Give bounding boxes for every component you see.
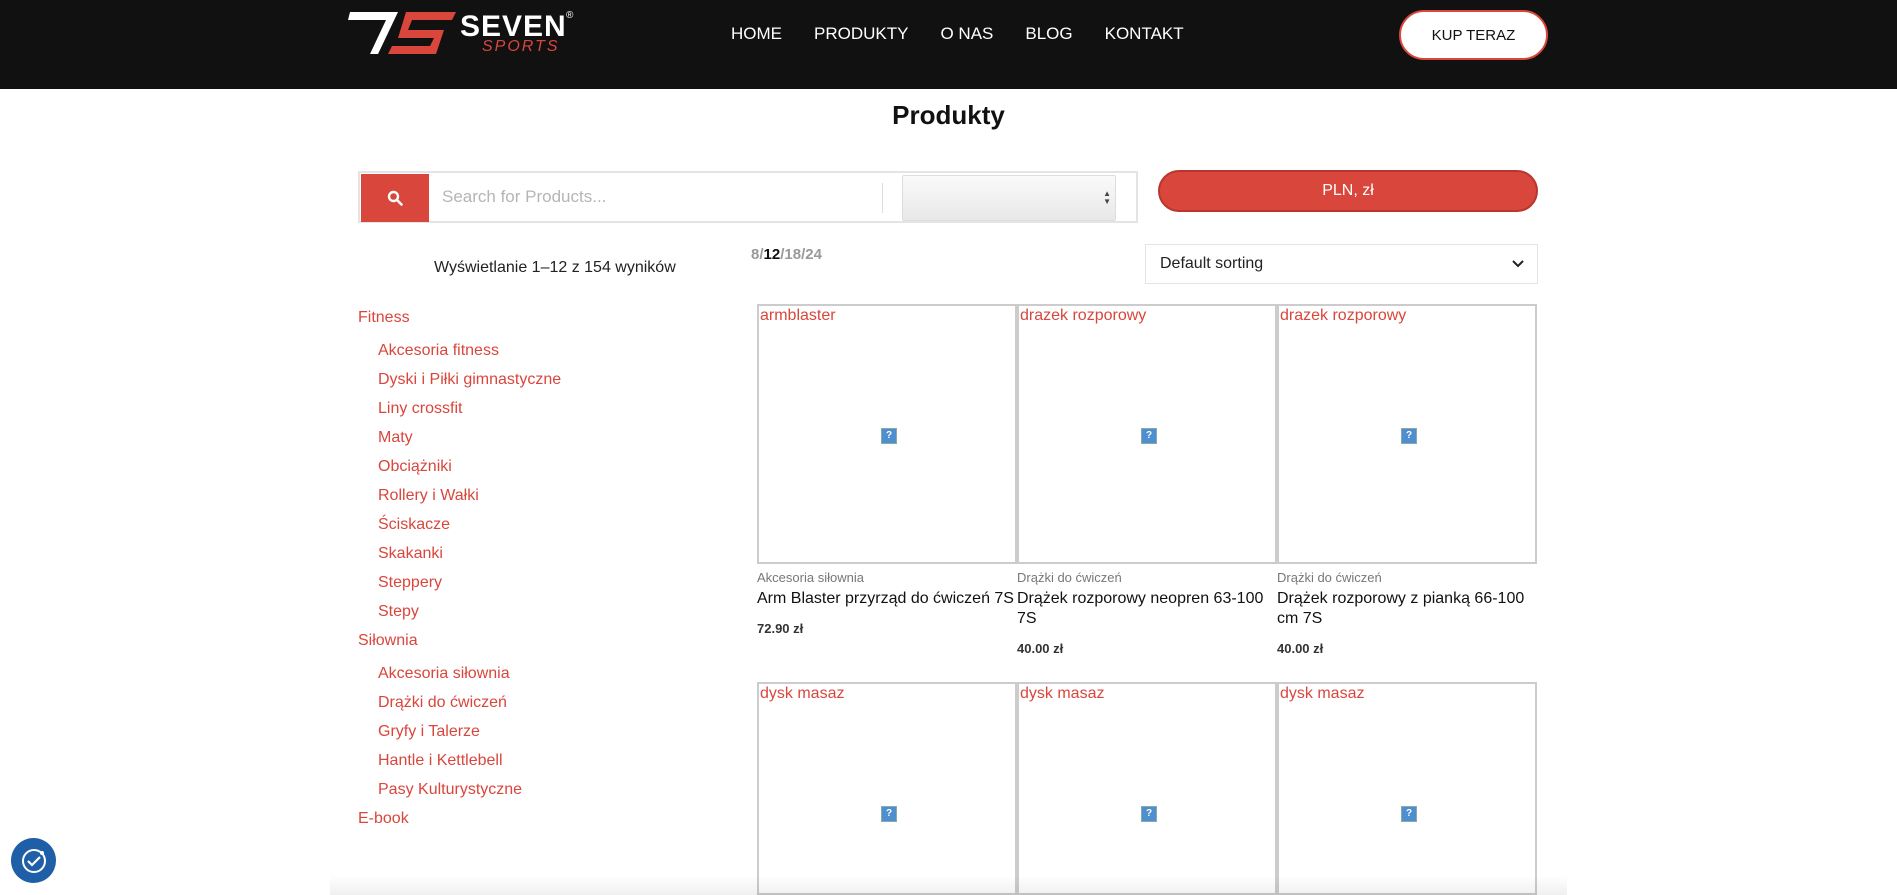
product-image-alt: dysk masaz [760,685,845,702]
product-image[interactable]: dysk masaz ? [1277,682,1537,895]
product-image[interactable]: dysk masaz ? [757,682,1017,895]
product-title[interactable]: Arm Blaster przyrząd do ćwiczeń 7S [757,589,1017,609]
category-item[interactable]: Steppery [358,573,658,602]
nav-produkty[interactable]: PRODUKTY [814,24,908,44]
product-category[interactable]: Drążki do ćwiczeń [1277,570,1537,585]
nav-kontakt[interactable]: KONTAKT [1105,24,1184,44]
product-title[interactable]: Drążek rozporowy z pianką 66-100 cm 7S [1277,589,1537,629]
site-header: SEVEN ® SPORTS HOME PRODUKTY O NAS BLOG … [0,0,1897,89]
product-image[interactable]: drazek rozporowy ? [1277,304,1537,564]
cookie-settings-icon [21,848,46,873]
broken-image-icon: ? [881,806,897,822]
product-category[interactable]: Drążki do ćwiczeń [1017,570,1277,585]
sort-select-value: Default sorting [1160,255,1264,272]
category-item[interactable]: Hantle i Kettlebell [358,751,658,780]
category-item[interactable]: Rollery i Wałki [358,486,658,515]
category-select[interactable]: ▲ ▼ [902,175,1116,221]
buy-now-button[interactable]: KUP TERAZ [1399,10,1548,60]
category-fitness[interactable]: Fitness [358,308,658,337]
category-item[interactable]: Skakanki [358,544,658,573]
per-page-selector: 8/12/18/24 [751,246,822,263]
chevron-down-icon [1512,260,1524,268]
product-card[interactable]: drazek rozporowy ? Drążki do ćwiczeń Drą… [1277,304,1537,656]
result-count: Wyświetlanie 1–12 z 154 wyników [434,259,676,276]
product-card[interactable]: dysk masaz ? [1277,682,1537,895]
product-image[interactable]: drazek rozporowy ? [1017,304,1277,564]
product-price: 40.00 zł [1277,641,1324,656]
product-image-alt: armblaster [760,307,836,324]
broken-image-icon: ? [1401,428,1417,444]
nav-blog[interactable]: BLOG [1025,24,1072,44]
category-item[interactable]: Gryfy i Talerze [358,722,658,751]
nav-o-nas[interactable]: O NAS [940,24,993,44]
category-item[interactable]: Obciążniki [358,457,658,486]
nav-home[interactable]: HOME [731,24,782,44]
currency-switcher[interactable]: PLN, zł [1158,170,1538,212]
product-search: ▲▼ [358,171,1138,223]
page-title: Produkty [892,100,1005,130]
product-card[interactable]: drazek rozporowy ? Drążki do ćwiczeń Drą… [1017,304,1277,656]
category-item[interactable]: Ściskacze [358,515,658,544]
product-image-alt: drazek rozporowy [1020,307,1147,324]
product-image-alt: dysk masaz [1020,685,1105,702]
cookie-settings-button[interactable] [11,838,56,883]
category-ebook[interactable]: E-book [358,809,658,838]
category-item[interactable]: Maty [358,428,658,457]
per-page-option[interactable]: 18 [784,246,801,263]
product-card[interactable]: armblaster ? Akcesoria siłownia Arm Blas… [757,304,1017,636]
bottom-shadow [330,875,1567,895]
product-price: 72.90 zł [757,621,804,636]
product-title[interactable]: Drążek rozporowy neopren 63-100 7S [1017,589,1277,629]
category-item[interactable]: Stepy [358,602,658,631]
product-image-alt: drazek rozporowy [1280,307,1407,324]
per-page-option[interactable]: 8 [751,246,759,263]
category-item[interactable]: Pasy Kulturystyczne [358,780,658,809]
search-icon [387,190,403,206]
search-button[interactable] [361,174,429,222]
product-image[interactable]: dysk masaz ? [1017,682,1277,895]
site-logo[interactable]: SEVEN ® SPORTS [348,8,580,56]
category-item[interactable]: Akcesoria fitness [358,341,658,370]
category-item[interactable]: Dyski i Piłki gimnastyczne [358,370,658,399]
per-page-option[interactable]: 24 [805,246,822,263]
product-card[interactable]: dysk masaz ? [1017,682,1277,895]
broken-image-icon: ? [881,428,897,444]
search-divider [882,183,883,213]
logo-registered: ® [566,10,574,21]
sort-select[interactable]: Default sorting [1145,244,1538,284]
logo-mark-icon [348,12,456,54]
broken-image-icon: ? [1141,806,1157,822]
category-item[interactable]: Drążki do ćwiczeń [358,693,658,722]
product-card[interactable]: dysk masaz ? [757,682,1017,895]
logo-sub: SPORTS [482,38,560,55]
category-item[interactable]: Liny crossfit [358,399,658,428]
product-price: 40.00 zł [1017,641,1064,656]
product-category[interactable]: Akcesoria siłownia [757,570,1017,585]
broken-image-icon: ? [1141,428,1157,444]
main-nav: HOME PRODUKTY O NAS BLOG KONTAKT [731,24,1216,44]
per-page-option-active[interactable]: 12 [764,246,781,263]
product-image-alt: dysk masaz [1280,685,1365,702]
search-input[interactable] [442,183,822,211]
select-arrows-icon: ▲ ▼ [1103,189,1111,206]
product-image[interactable]: armblaster ? [757,304,1017,564]
category-silownia[interactable]: Siłownia [358,631,658,660]
broken-image-icon: ? [1401,806,1417,822]
category-item[interactable]: Akcesoria siłownia [358,664,658,693]
category-sidebar: Fitness Akcesoria fitness Dyski i Piłki … [358,308,658,838]
